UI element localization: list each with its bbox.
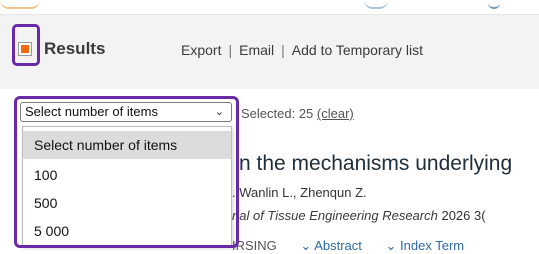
results-heading: Results bbox=[44, 39, 106, 58]
action-links: Export | Email | Add to Temporary list bbox=[181, 42, 423, 58]
clear-selection-link[interactable]: (clear) bbox=[317, 106, 354, 121]
separator: | bbox=[228, 42, 233, 58]
top-strip bbox=[0, 0, 539, 15]
selected-count-info: Selected: 25 (clear) bbox=[241, 106, 354, 121]
abstract-toggle[interactable]: ⌄ Abstract bbox=[280, 238, 361, 253]
index-terms-toggle[interactable]: ⌄ Index Term bbox=[366, 238, 465, 253]
result-journal: nal of Tissue Engineering Research 2026 … bbox=[232, 208, 486, 223]
email-link[interactable]: Email bbox=[239, 42, 274, 58]
checkbox-partial-fill bbox=[21, 45, 29, 53]
result-links-row: IRSING ⌄ Abstract ⌄ Index Term bbox=[232, 238, 464, 254]
select-all-checkbox[interactable] bbox=[18, 42, 32, 56]
export-link[interactable]: Export bbox=[181, 42, 221, 58]
journal-year: 2026 3( bbox=[441, 208, 486, 223]
selected-count: 25 bbox=[298, 106, 314, 121]
select-highlight-box bbox=[14, 96, 239, 248]
result-title[interactable]: n the mechanisms underlying bbox=[239, 152, 512, 176]
separator: | bbox=[281, 42, 285, 58]
selected-label: Selected: bbox=[241, 106, 296, 121]
abstract-link[interactable]: Abstract bbox=[314, 238, 362, 253]
add-to-temporary-list-link[interactable]: Add to Temporary list bbox=[292, 42, 423, 58]
index-terms-link[interactable]: Index Term bbox=[400, 238, 464, 253]
decorative-curve bbox=[0, 0, 40, 9]
result-authors: . Wanlin L., Zhenqun Z. bbox=[232, 185, 367, 200]
decorative-curve bbox=[488, 0, 500, 9]
journal-name: nal of Tissue Engineering Research bbox=[232, 208, 438, 223]
decorative-curve bbox=[364, 0, 388, 9]
